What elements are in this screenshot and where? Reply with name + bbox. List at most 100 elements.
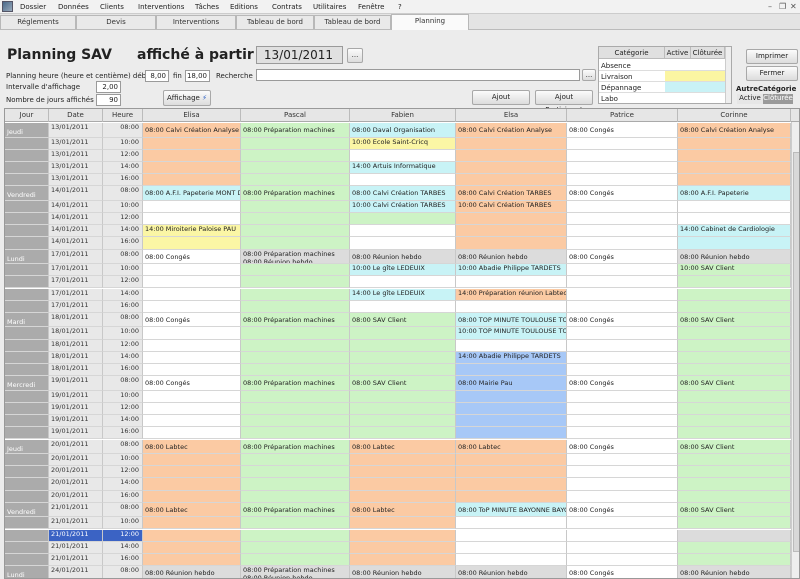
appointment-cell[interactable]: 08:00 Réunion hebdo xyxy=(350,566,456,578)
column-header-fabien[interactable]: Fabien xyxy=(350,109,456,122)
appointment-cell[interactable]: 08:00 Congés xyxy=(567,123,678,138)
appointment-cell[interactable]: 10:00 SAV Client xyxy=(678,264,791,277)
appointment-cell[interactable]: 08:00 Congés xyxy=(567,249,678,265)
appointment-cell[interactable]: 08:00 Réunion hebdo xyxy=(350,249,456,265)
days-field[interactable]: 90 xyxy=(96,94,121,106)
appointment-cell[interactable]: 08:00 Calvi Création TARBES xyxy=(456,186,567,201)
appointment-cell[interactable]: 08:00 Calvi Création Analyse xyxy=(678,123,791,138)
appointment-cell[interactable]: 10:00 Calvi Création TARBES xyxy=(350,200,456,213)
menu-fenetre[interactable]: Fenêtre xyxy=(358,3,384,11)
tab-reglements[interactable]: Réglements xyxy=(0,15,76,29)
appointment-cell[interactable]: 14:00 Miroiterie Paloise PAU xyxy=(143,225,241,238)
appointment-cell[interactable]: 08:00 Préparation machines xyxy=(241,376,350,391)
menu-donnees[interactable]: Données xyxy=(58,3,89,11)
menu-interventions[interactable]: Interventions xyxy=(138,3,184,11)
appointment-cell[interactable]: 08:00 Préparation machines xyxy=(241,123,350,138)
column-header-jour[interactable]: Jour xyxy=(5,109,49,122)
appointment-cell[interactable]: 08:00 A.F.I. Papeterie MONT D xyxy=(143,186,241,201)
appointment-cell[interactable]: 08:00 SAV Client xyxy=(678,312,791,328)
tab-tableau-de-bord-salarie[interactable]: Tableau de bord Salarié xyxy=(236,15,314,39)
appointment-cell[interactable]: 08:00 Labtec xyxy=(143,502,241,518)
appointment-cell[interactable]: 08:00 TOP MINUTE TOULOUSE TOU xyxy=(456,312,567,328)
appointment-cell[interactable]: 08:00 Labtec xyxy=(143,439,241,454)
search-input[interactable] xyxy=(256,69,580,81)
appointment-cell[interactable]: 10:00 Calvi Création TARBES xyxy=(456,200,567,213)
appointment-cell[interactable]: 08:00 Préparation machines xyxy=(241,186,350,201)
tab-devis[interactable]: Devis xyxy=(76,15,156,29)
appointment-cell[interactable]: 14:00 Préparation réunion Labtec xyxy=(456,288,567,301)
column-header-pascal[interactable]: Pascal xyxy=(241,109,350,122)
appointment-cell[interactable]: 08:00 Labtec xyxy=(456,439,567,454)
menu-editions[interactable]: Editions xyxy=(230,3,258,11)
appointment-cell[interactable]: 08:00 Réunion hebdo xyxy=(456,566,567,578)
start-hour-field[interactable]: 8,00 xyxy=(145,70,169,82)
search-options-button[interactable]: ... xyxy=(582,69,596,81)
grid-scrollbar[interactable] xyxy=(791,122,799,578)
ajout-button[interactable]: Ajout xyxy=(472,90,530,105)
appointment-cell[interactable]: 08:00 Congés xyxy=(143,312,241,328)
appointment-cell[interactable]: 10:00 Ecole Saint-Cricq xyxy=(350,137,456,150)
appointment-cell[interactable]: 08:00 Congés xyxy=(567,502,678,518)
ajout-participant-button[interactable]: Ajout Participant xyxy=(535,90,593,114)
appointment-cell[interactable]: 08:00 Calvi Création Analyse xyxy=(456,123,567,138)
appointment-cell[interactable]: 08:00 Préparation machines xyxy=(241,502,350,518)
appointment-cell[interactable]: 08:00 Réunion hebdo xyxy=(678,566,791,578)
appointment-cell[interactable]: 08:00 SAV Client xyxy=(350,376,456,391)
appointment-cell[interactable]: 08:00 A.F.I. Papeterie xyxy=(678,186,791,201)
menu-clients[interactable]: Clients xyxy=(100,3,124,11)
category-scrollbar[interactable] xyxy=(725,47,731,103)
appointment-cell[interactable]: 14:00 Abadie Philippe TARDETS xyxy=(456,351,567,364)
appointment-cell[interactable]: 08:00 Congés xyxy=(567,186,678,201)
start-date-field[interactable]: 13/01/2011 xyxy=(256,46,343,64)
appointment-cell[interactable]: 14:00 Le gîte LEDEUIX xyxy=(350,288,456,301)
appointment-cell[interactable]: 08:00 Réunion hebdo xyxy=(143,566,241,578)
tab-planning[interactable]: Planning xyxy=(391,14,469,30)
appointment-cell[interactable]: 08:00 Calvi Création TARBES xyxy=(350,186,456,201)
appointment-cell[interactable]: 08:00 SAV Client xyxy=(678,502,791,518)
column-header-elsa[interactable]: Elsa xyxy=(456,109,567,122)
appointment-cell[interactable]: 08:00 Labtec xyxy=(350,502,456,518)
imprimer-button[interactable]: Imprimer xyxy=(746,49,798,64)
appointment-cell[interactable]: 10:00 TOP MINUTE TOULOUSE TOU xyxy=(456,327,567,340)
appointment-cell[interactable]: 08:00 Réunion hebdo xyxy=(456,249,567,265)
appointment-cell[interactable]: 08:00 Mairie Pau xyxy=(456,376,567,391)
appointment-cell[interactable]: 08:00 Congés xyxy=(567,376,678,391)
appointment-cell[interactable]: 08:00 ToP MINUTE BAYONNE BAYOI xyxy=(456,502,567,518)
appointment-cell[interactable]: 08:00 Réunion hebdo xyxy=(678,249,791,265)
appointment-cell[interactable]: 08:00 Labtec xyxy=(350,439,456,454)
column-header-date[interactable]: Date xyxy=(49,109,103,122)
menu-help[interactable]: ? xyxy=(398,3,402,11)
grid-scrollbar-thumb[interactable] xyxy=(793,152,799,552)
interval-field[interactable]: 2,00 xyxy=(96,81,121,93)
appointment-cell[interactable]: 08:00 Préparation machines 08:00 Réunion … xyxy=(241,566,350,578)
menu-dossier[interactable]: Dossier xyxy=(20,3,46,11)
appointment-cell[interactable]: 08:00 Congés xyxy=(567,439,678,454)
category-row[interactable]: Livraison xyxy=(599,71,725,82)
restore-icon[interactable]: ❐ xyxy=(779,2,786,11)
tab-tableau-de-bord[interactable]: Tableau de bord xyxy=(314,15,391,29)
appointment-cell[interactable]: 08:00 SAV Client xyxy=(678,376,791,391)
appointment-cell[interactable]: 08:00 Congés xyxy=(567,566,678,578)
column-header-heure[interactable]: Heure xyxy=(103,109,143,122)
fermer-button[interactable]: Fermer xyxy=(746,66,798,81)
appointment-cell[interactable]: 10:00 Abadie Philippe TARDETS xyxy=(456,264,567,277)
appointment-cell[interactable]: 08:00 Daval Organisation xyxy=(350,123,456,138)
close-icon[interactable]: ✕ xyxy=(790,2,797,11)
appointment-cell[interactable]: 14:00 Cabinet de Cardiologie xyxy=(678,225,791,238)
column-header-corinne[interactable]: Corinne xyxy=(678,109,791,122)
column-header-elisa[interactable]: Elisa xyxy=(143,109,241,122)
appointment-cell[interactable]: 08:00 SAV Client xyxy=(350,312,456,328)
minimize-icon[interactable]: – xyxy=(768,2,772,11)
appointment-cell[interactable]: 08:00 Congés xyxy=(567,312,678,328)
appointment-cell[interactable]: 08:00 Congés xyxy=(143,249,241,265)
date-picker-button[interactable]: ... xyxy=(347,48,363,63)
end-hour-field[interactable]: 18,00 xyxy=(185,70,210,82)
category-row[interactable]: Labo xyxy=(599,93,725,103)
menu-utilitaires[interactable]: Utilitaires xyxy=(313,3,346,11)
appointment-cell[interactable]: 08:00 Préparation machines xyxy=(241,439,350,454)
appointment-cell[interactable]: 08:00 Préparation machines xyxy=(241,312,350,328)
appointment-cell[interactable]: 08:00 Congés xyxy=(143,376,241,391)
appointment-cell[interactable]: 08:00 Préparation machines 08:00 Réunion … xyxy=(241,249,350,265)
appointment-cell[interactable]: 14:00 Artuis Informatique xyxy=(350,161,456,175)
category-row[interactable]: Dépannage xyxy=(599,82,725,93)
